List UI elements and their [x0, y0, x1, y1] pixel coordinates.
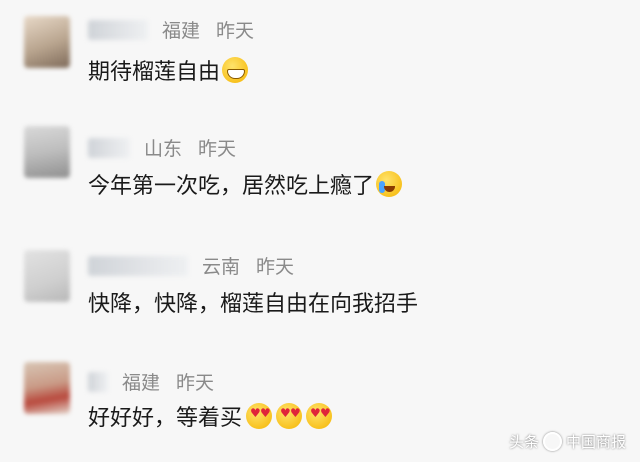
- comment-meta: 云南 昨天: [88, 252, 294, 279]
- avatar[interactable]: [24, 126, 70, 178]
- heart-eyes-face-icon: [306, 403, 333, 429]
- watermark-source: 中国商报: [565, 433, 626, 451]
- avatar[interactable]: [24, 362, 70, 414]
- username-blurred[interactable]: [88, 19, 148, 40]
- heart-eyes-face-icon: [276, 403, 303, 429]
- comment-text: 今年第一次吃，居然吃上瘾了: [88, 174, 375, 199]
- heart-eyes-face-icon: [246, 403, 273, 429]
- username-blurred[interactable]: [88, 137, 130, 158]
- comment-text: 期待榴莲自由: [88, 60, 221, 85]
- loudly-crying-face-icon: [376, 171, 403, 197]
- avatar[interactable]: [24, 16, 70, 68]
- username-blurred[interactable]: [88, 255, 188, 276]
- time-label: 昨天: [176, 372, 215, 394]
- username-blurred[interactable]: [88, 371, 108, 392]
- comment-text-row: 期待榴莲自由: [88, 54, 249, 86]
- region-label: 云南: [202, 256, 241, 278]
- comment-meta: 福建 昨天: [88, 368, 214, 395]
- time-label: 昨天: [256, 256, 295, 278]
- watermark-prefix: 头条: [508, 433, 539, 451]
- at-icon: [542, 432, 562, 451]
- comment-text: 快降，快降，榴莲自由在向我招手: [88, 292, 419, 317]
- time-label: 昨天: [198, 138, 237, 160]
- comment-text-row: 好好好，等着买: [88, 400, 333, 432]
- region-label: 福建: [122, 372, 161, 394]
- comment-meta: 山东 昨天: [88, 134, 236, 161]
- comment-text-row: 今年第一次吃，居然吃上瘾了: [88, 168, 403, 200]
- region-label: 福建: [162, 20, 201, 42]
- grinning-face-icon: [222, 57, 249, 83]
- comment-text: 好好好，等着买: [88, 406, 243, 431]
- avatar[interactable]: [24, 250, 70, 302]
- comment-meta: 福建 昨天: [88, 16, 254, 43]
- watermark: 头条 中国商报: [509, 431, 626, 452]
- comment-text-row: 快降，快降，榴莲自由在向我招手: [88, 286, 418, 318]
- region-label: 山东: [144, 138, 183, 160]
- time-label: 昨天: [216, 20, 255, 42]
